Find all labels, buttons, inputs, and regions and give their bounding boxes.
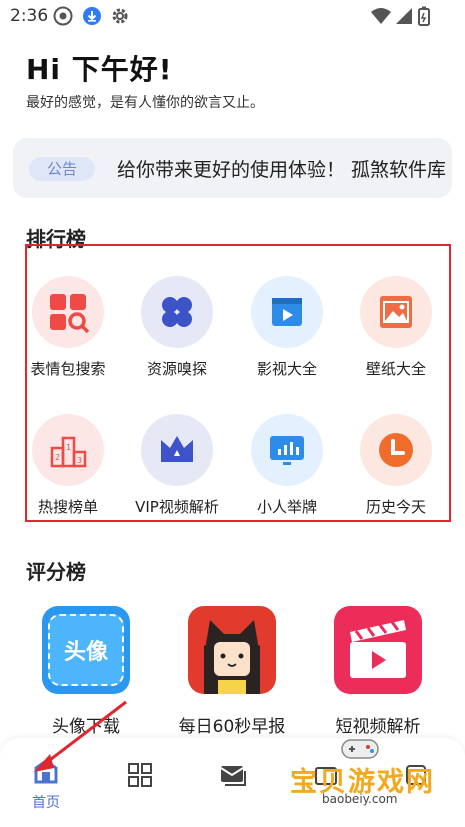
tile-label: 历史今天 <box>365 498 426 516</box>
tile-sign-board[interactable]: 小人举牌 <box>232 414 342 517</box>
tile-label: 影视大全 <box>256 360 317 378</box>
tile-label: VIP视频解析 <box>135 498 219 516</box>
tile-hot-search[interactable]: 2 1 3 热搜榜单 <box>13 414 123 517</box>
app-label: 每日60秒早报 <box>178 717 286 737</box>
short-video-app-icon <box>334 606 422 694</box>
status-time: 2:36 <box>10 6 49 26</box>
signal-icon <box>396 8 412 24</box>
wallpaper-icon <box>360 276 432 348</box>
nav-home-label: 首页 <box>32 795 60 811</box>
watermark-url: baobeiy.com <box>322 792 398 806</box>
tile-vip-video[interactable]: VIP视频解析 <box>122 414 232 517</box>
tile-label: 小人举牌 <box>256 498 317 516</box>
video-play-icon <box>251 276 323 348</box>
nav-messages[interactable] <box>203 758 263 788</box>
wifi-icon <box>371 8 391 24</box>
tile-movies[interactable]: 影视大全 <box>232 276 342 379</box>
tile-history-today[interactable]: 历史今天 <box>341 414 451 517</box>
mail-icon <box>220 766 246 786</box>
notice-badge: 公告 <box>29 157 95 181</box>
grid-icon <box>128 763 152 787</box>
notice-bar[interactable]: 公告 给你带来更好的使用体验！ 孤煞软件库 <box>13 138 452 198</box>
svg-text:3: 3 <box>77 456 82 465</box>
app-icon-text: 头像 <box>63 640 108 665</box>
app-label: 短视频解析 <box>335 717 421 737</box>
settings-gear-icon <box>112 8 128 24</box>
emoji-search-icon <box>32 276 104 348</box>
app-short-video[interactable]: 短视频解析 <box>303 606 453 737</box>
daily-news-app-icon <box>188 606 276 694</box>
avatar-download-app-icon: 头像 <box>42 606 130 694</box>
tile-label: 资源嗅探 <box>146 360 207 378</box>
annotation-arrow-icon <box>34 700 127 772</box>
svg-text:2: 2 <box>55 453 60 462</box>
tile-label: 壁纸大全 <box>365 360 426 378</box>
notice-text: 给你带来更好的使用体验！ 孤煞软件库 <box>117 159 447 181</box>
resource-sniff-icon <box>141 276 213 348</box>
gamepad-icon <box>341 739 379 759</box>
app-daily-news[interactable]: 每日60秒早报 <box>157 606 307 737</box>
status-bar: 2:36 <box>0 0 465 32</box>
tile-label: 热搜榜单 <box>37 498 98 516</box>
crown-icon <box>141 414 213 486</box>
tile-resource-sniff[interactable]: 资源嗅探 <box>122 276 232 379</box>
score-section-title: 评分榜 <box>26 560 86 584</box>
greeting-title: Hi 下午好! <box>26 53 173 86</box>
watermark: 宝贝游戏网 baobeiy.com <box>288 736 458 806</box>
tile-label: 表情包搜索 <box>30 360 106 378</box>
board-chart-icon <box>251 414 323 486</box>
battery-icon <box>418 6 430 26</box>
podium-icon: 2 1 3 <box>32 414 104 486</box>
app-notification-icon <box>53 6 73 26</box>
svg-text:1: 1 <box>66 443 71 452</box>
tile-emoji-search[interactable]: 表情包搜索 <box>13 276 123 379</box>
tile-wallpaper[interactable]: 壁纸大全 <box>341 276 451 379</box>
clock-icon <box>360 414 432 486</box>
greeting-subtitle: 最好的感觉，是有人懂你的欲言又止。 <box>26 95 264 111</box>
download-icon <box>83 7 101 25</box>
